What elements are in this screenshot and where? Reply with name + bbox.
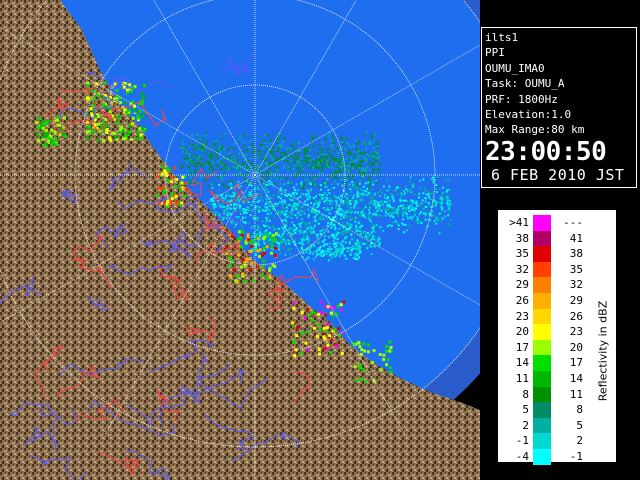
legend-upper-bound: -1 xyxy=(569,449,583,463)
legend-lower-bound: 26 xyxy=(515,293,529,307)
legend-row: 35 38 xyxy=(501,246,591,262)
legend-row: 26 29 xyxy=(501,292,591,309)
legend-lower-bound: 32 xyxy=(515,262,529,276)
legend-upper-bound: 8 xyxy=(576,403,583,417)
legend-upper-bound: 29 xyxy=(569,293,583,307)
legend-color-swatch xyxy=(533,230,551,247)
legend-upper-bound: 23 xyxy=(569,325,583,339)
legend-color-swatch xyxy=(533,324,551,340)
info-line-product: OUMU_IMA0 xyxy=(485,61,545,75)
radar-display xyxy=(0,0,480,480)
legend-upper-bound: 17 xyxy=(569,356,583,370)
legend-row: -4 -1 xyxy=(501,448,591,465)
legend-color-swatch xyxy=(533,261,551,278)
legend-upper-bound: 2 xyxy=(576,434,583,448)
legend-title: Reflectivity in dBZ xyxy=(595,251,611,451)
legend-upper-bound: 35 xyxy=(569,262,583,276)
legend-upper-bound: 32 xyxy=(569,278,583,292)
legend-color-swatch xyxy=(533,355,551,371)
legend-lower-bound: -4 xyxy=(515,449,529,463)
info-line-scan-type: PPI xyxy=(485,46,505,60)
legend-title-text: Reflectivity in dBZ xyxy=(596,300,610,402)
scan-date: 6 FEB 2010 JST xyxy=(491,165,625,184)
legend-row: 23 26 xyxy=(501,308,591,325)
legend-row: 11 14 xyxy=(501,370,591,387)
info-line-prf: PRF: 1800Hz xyxy=(485,92,558,106)
legend-upper-bound: 26 xyxy=(569,309,583,323)
legend-lower-bound: 20 xyxy=(515,325,529,339)
legend-upper-bound: 41 xyxy=(569,231,583,245)
legend-color-swatch xyxy=(533,402,551,418)
info-line-elevation: Elevation:1.0 xyxy=(485,108,572,122)
legend-row: 32 35 xyxy=(501,261,591,278)
legend-row: 17 20 xyxy=(501,339,591,356)
legend-upper-bound: --- xyxy=(563,216,583,229)
legend-row: 38 41 xyxy=(501,230,591,247)
legend-lower-bound: 8 xyxy=(522,387,529,401)
legend-lower-bound: 2 xyxy=(522,418,529,432)
legend-upper-bound: 20 xyxy=(569,340,583,354)
legend-table: >41 --- 38 41 35 38 32 35 29 32 26 29 23 26 20 23 17 20 14… xyxy=(501,215,591,465)
legend-lower-bound: -1 xyxy=(515,434,529,448)
legend-color-swatch xyxy=(533,339,551,356)
legend-color-swatch xyxy=(533,433,551,449)
legend-row: 25 xyxy=(501,417,591,434)
legend-lower-bound: 11 xyxy=(515,371,529,385)
legend-color-swatch xyxy=(533,448,551,465)
legend-row: 14 17 xyxy=(501,355,591,371)
legend-row: 58 xyxy=(501,402,591,418)
legend-lower-bound: >41 xyxy=(509,216,529,229)
legend-lower-bound: 17 xyxy=(515,340,529,354)
legend-row: >41 --- xyxy=(501,215,591,231)
legend-upper-bound: 5 xyxy=(576,418,583,432)
info-line-site: ilts1 xyxy=(485,31,519,44)
legend-row: 29 32 xyxy=(501,277,591,293)
legend-lower-bound: 23 xyxy=(515,309,529,323)
legend-lower-bound: 29 xyxy=(515,278,529,292)
legend-lower-bound: 35 xyxy=(515,247,529,261)
legend-color-swatch xyxy=(533,386,551,403)
legend-color-swatch xyxy=(533,277,551,293)
legend-upper-bound: 38 xyxy=(569,247,583,261)
legend-row: 20 23 xyxy=(501,324,591,340)
legend-lower-bound: 5 xyxy=(522,403,529,417)
info-line-task: Task: OUMU_A xyxy=(485,77,565,91)
legend-color-swatch xyxy=(533,246,551,262)
legend-color-swatch xyxy=(533,308,551,325)
legend-lower-bound: 38 xyxy=(515,231,529,245)
scan-time: 23:00:50 xyxy=(485,136,607,167)
legend-color-swatch xyxy=(533,215,551,231)
legend-upper-bound: 11 xyxy=(569,387,583,401)
legend-lower-bound: 14 xyxy=(515,356,529,370)
radar-ppi-map[interactable] xyxy=(0,0,480,480)
legend-upper-bound: 14 xyxy=(569,371,583,385)
legend-row: -1 2 xyxy=(501,433,591,449)
info-line-max-range: Max Range:80 km xyxy=(485,123,585,137)
reflectivity-legend: >41 --- 38 41 35 38 32 35 29 32 26 29 23 26 20 23 17 20 14… xyxy=(498,210,616,465)
legend-color-swatch xyxy=(533,417,551,434)
info-panel: ilts1 PPI OUMU_IMA0 Task: OUMU_A PRF: 18… xyxy=(481,27,637,188)
legend-color-swatch xyxy=(533,292,551,309)
legend-color-swatch xyxy=(533,370,551,387)
legend-row: 8 11 xyxy=(501,386,591,403)
